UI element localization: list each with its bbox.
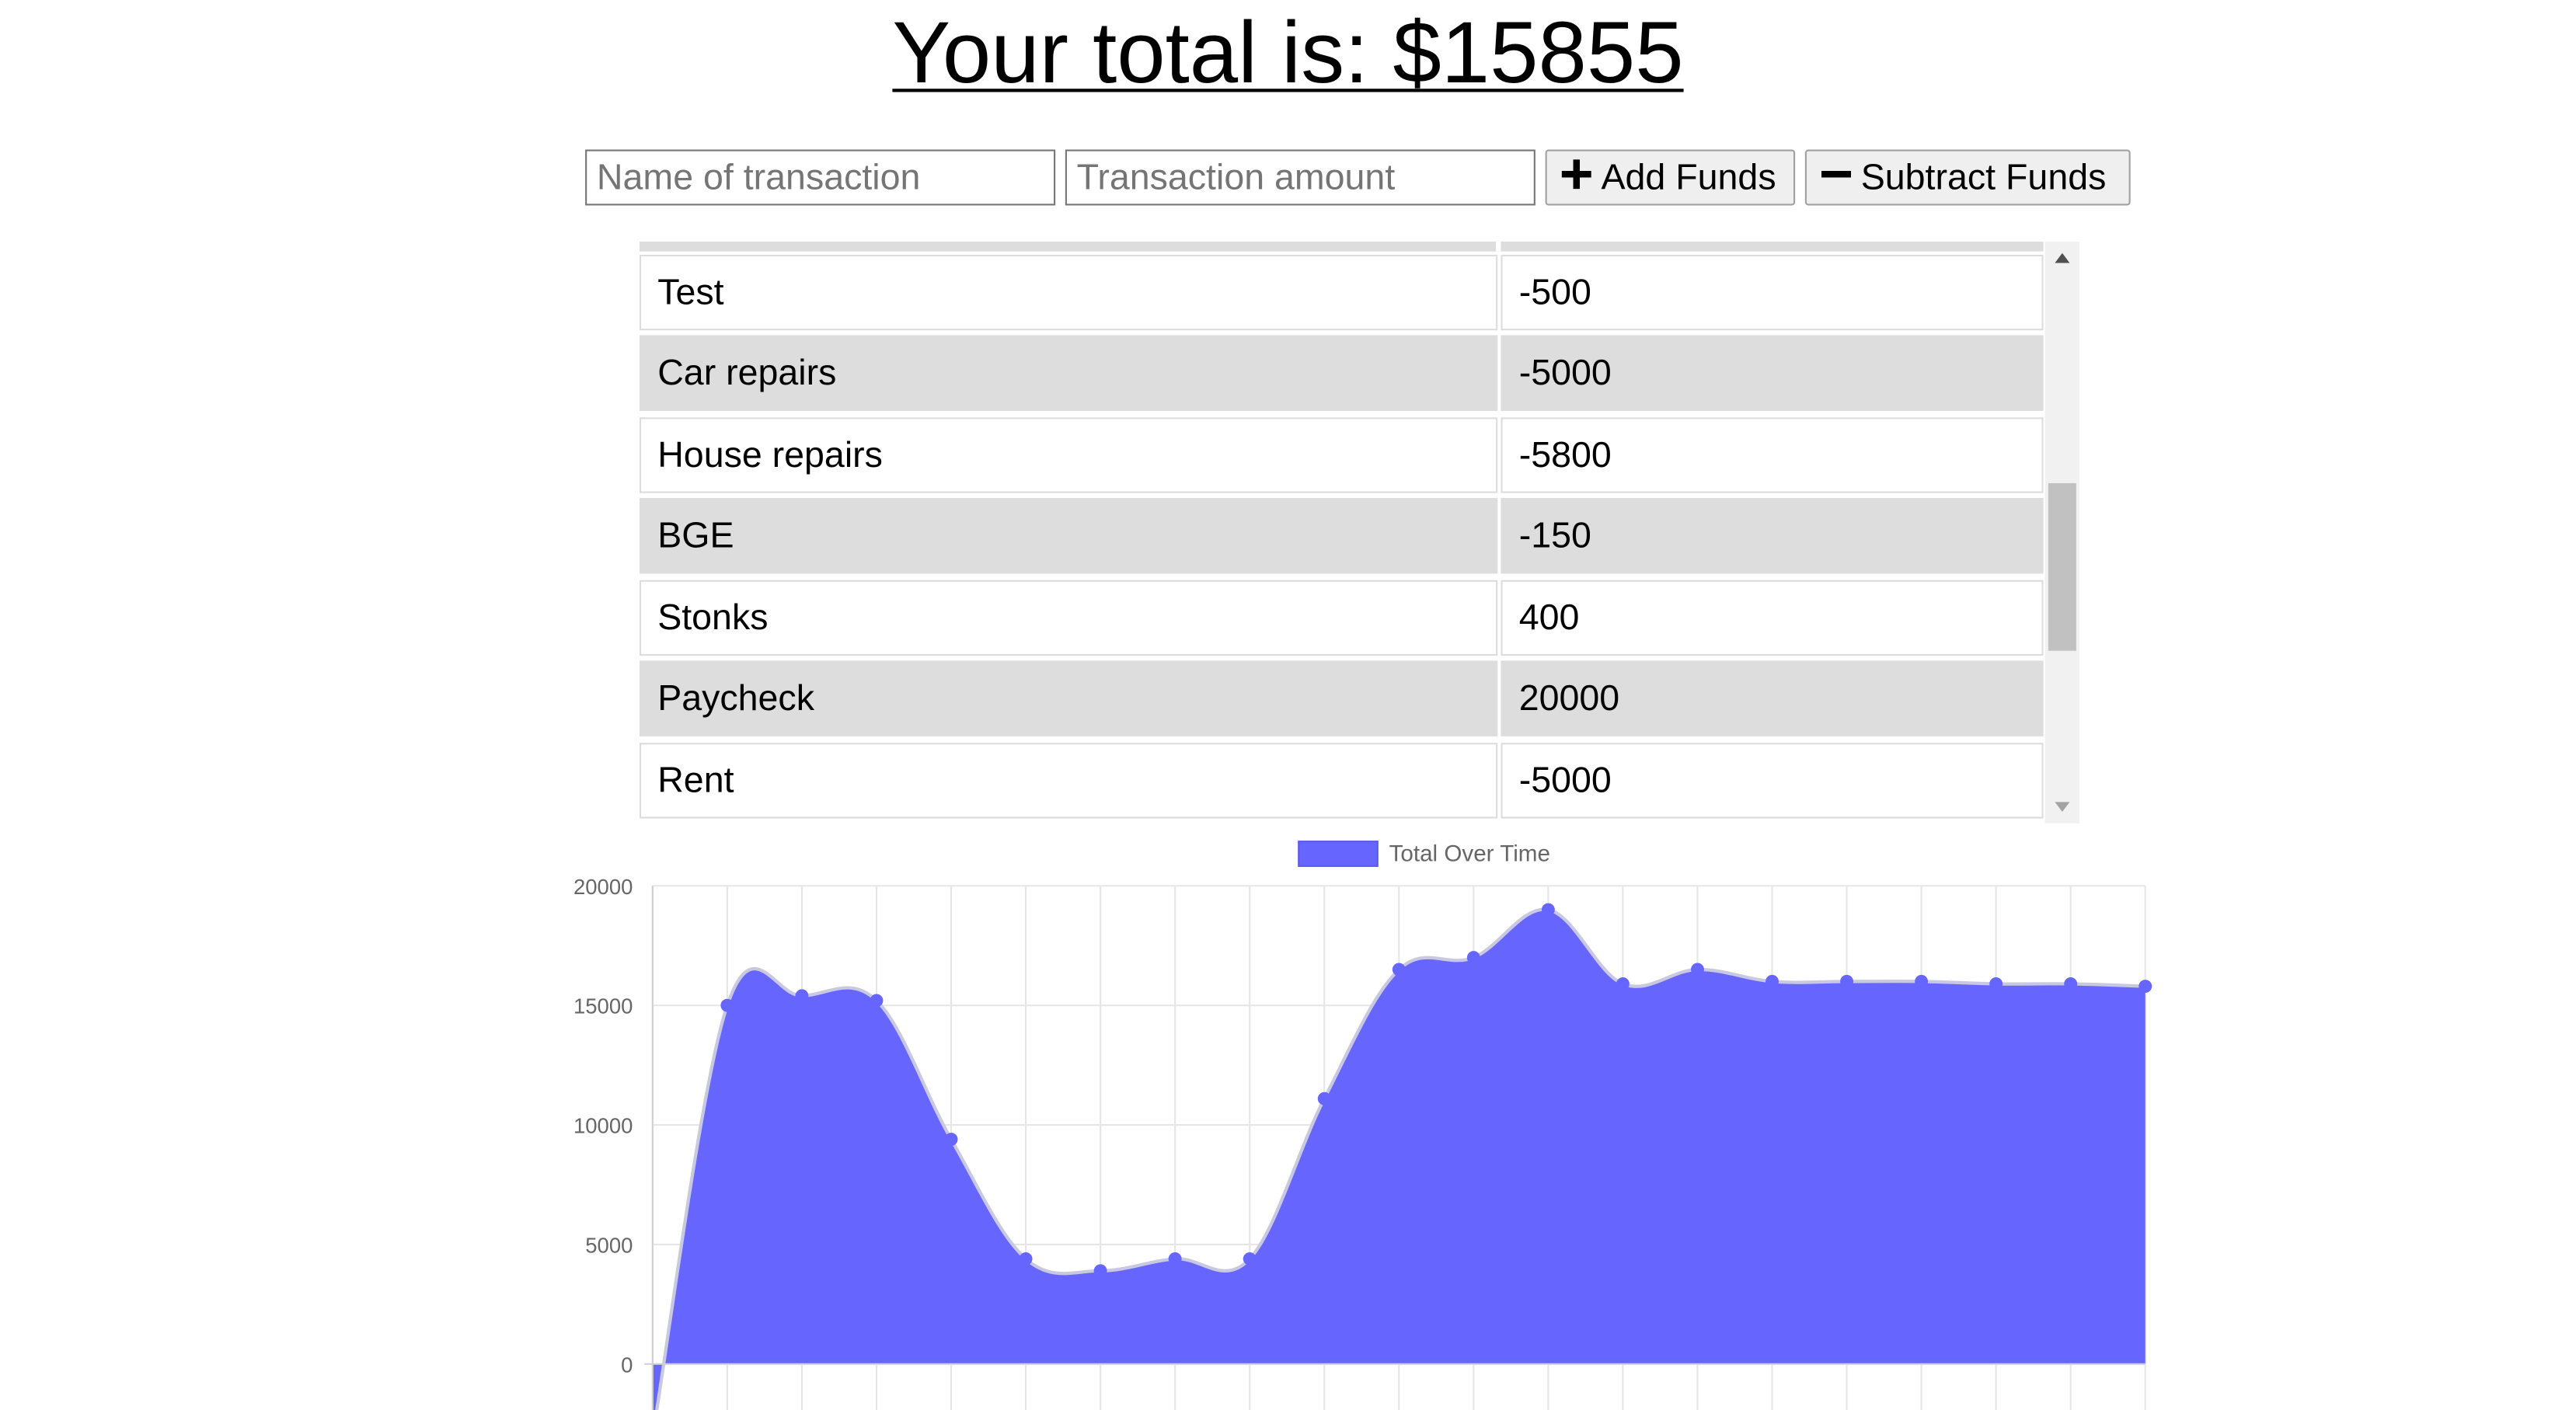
data-point[interactable] [1989, 977, 2003, 990]
data-point[interactable] [720, 998, 734, 1012]
y-tick-label: 5000 [585, 1234, 633, 1258]
data-point[interactable] [2064, 977, 2078, 990]
data-point[interactable] [1766, 974, 1779, 988]
data-point[interactable] [1093, 1264, 1107, 1278]
data-point[interactable] [2139, 980, 2152, 993]
data-point[interactable] [1541, 903, 1555, 917]
data-point[interactable] [1840, 974, 1854, 988]
y-tick-label: 20000 [573, 875, 633, 899]
legend-swatch[interactable] [1298, 841, 1379, 867]
data-point[interactable] [1168, 1252, 1182, 1266]
data-point[interactable] [1616, 977, 1630, 990]
y-tick-label: 10000 [573, 1114, 633, 1138]
data-point[interactable] [944, 1133, 958, 1146]
app-page: Your total is: $15855 Add Funds Subtract… [0, 0, 2576, 1410]
y-tick-label: 0 [621, 1353, 633, 1377]
data-point[interactable] [1466, 951, 1480, 965]
data-point[interactable] [1915, 974, 1929, 988]
data-point[interactable] [1691, 963, 1704, 977]
data-point[interactable] [1317, 1091, 1331, 1105]
data-point[interactable] [870, 994, 884, 1008]
legend-label[interactable]: Total Over Time [1389, 841, 1550, 867]
data-point[interactable] [1243, 1252, 1257, 1266]
data-point[interactable] [795, 989, 809, 1003]
total-over-time-chart: 20000 15000 10000 5000 0 Total Over Time [573, 841, 2152, 1410]
data-point[interactable] [1392, 963, 1406, 977]
y-tick-label: 15000 [573, 994, 633, 1018]
data-point[interactable] [1019, 1252, 1033, 1266]
